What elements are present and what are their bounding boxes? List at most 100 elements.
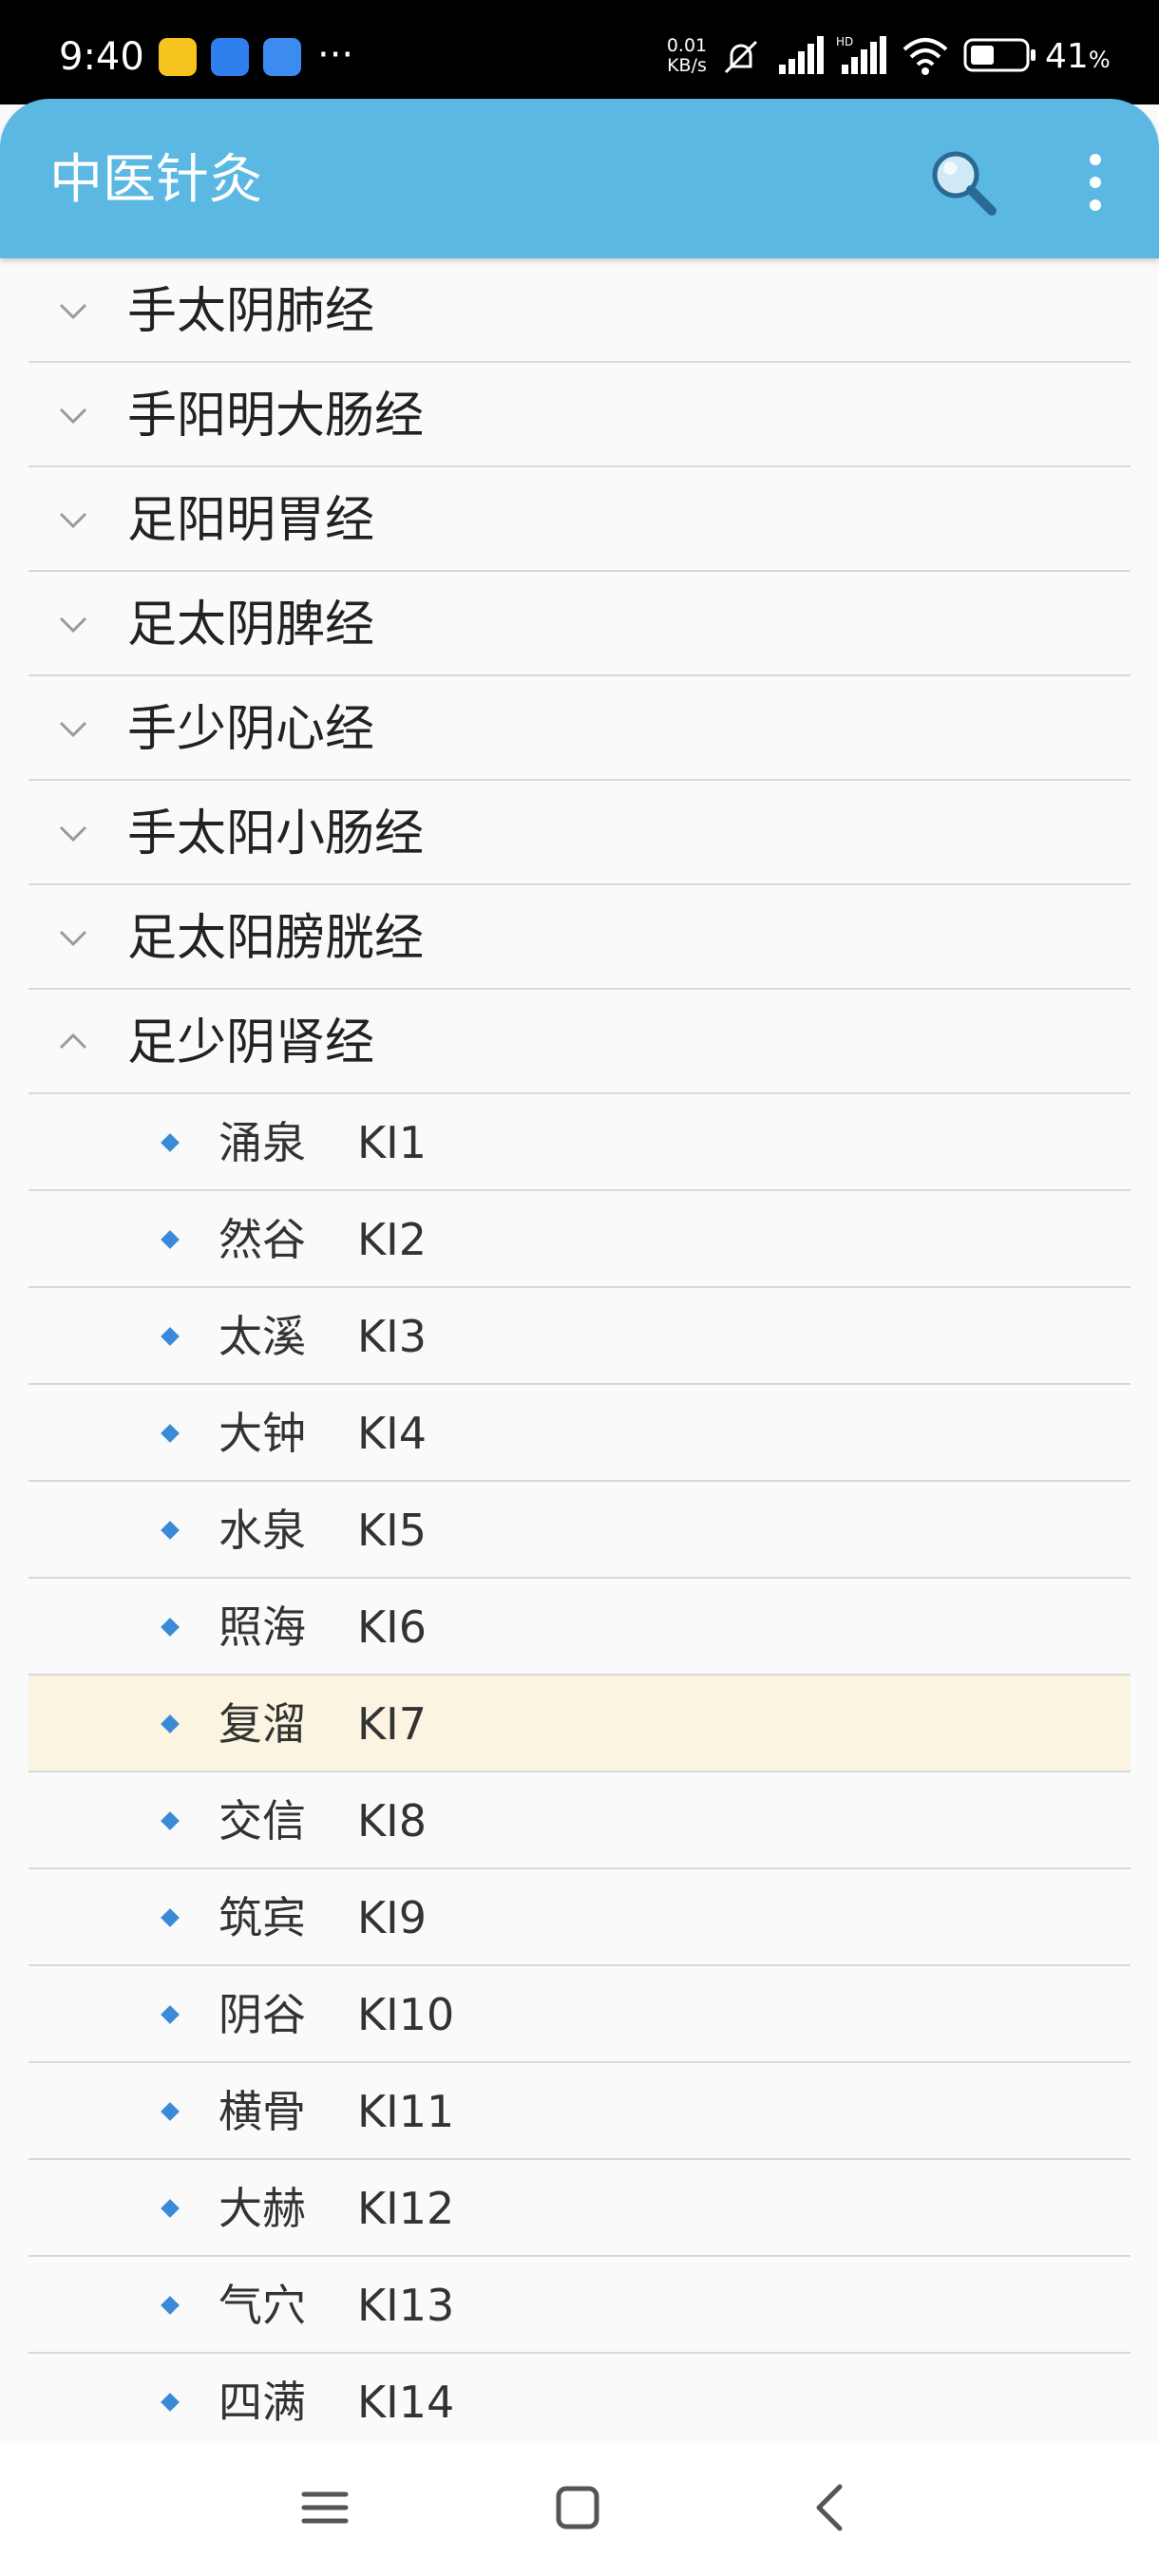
meridian-row[interactable]: 手阳明大肠经 <box>28 363 1130 467</box>
meridian-row[interactable]: 手少阴心经 <box>28 676 1130 781</box>
bullet-diamond-icon <box>161 2393 180 2412</box>
chevron-down-icon <box>59 930 87 947</box>
bullet-diamond-icon <box>161 1714 180 1733</box>
bullet-diamond-icon <box>161 1424 180 1443</box>
menu-icon <box>301 2491 349 2524</box>
acupoint-row[interactable]: 交信 KI8 <box>28 1772 1130 1869</box>
acupoint-row[interactable]: 大钟 KI4 <box>28 1385 1130 1482</box>
home-icon <box>556 2486 599 2529</box>
acupoint-code: KI1 <box>357 1117 427 1168</box>
bullet-diamond-icon <box>161 2199 180 2218</box>
acupoint-row[interactable]: 涌泉 KI1 <box>28 1094 1130 1191</box>
acupoint-row[interactable]: 水泉 KI5 <box>28 1482 1130 1579</box>
acupoint-name: 四满 <box>218 2377 306 2428</box>
hd-signal-icon: HD <box>836 35 886 74</box>
svg-text:HD: HD <box>836 35 853 48</box>
meridian-row[interactable]: 足太阳膀胱经 <box>28 885 1130 990</box>
bullet-diamond-icon <box>161 1618 180 1637</box>
battery-percent: 41% <box>1045 37 1111 76</box>
meridian-label: 足阳明胃经 <box>127 492 375 549</box>
acupoint-name: 阴谷 <box>218 1989 306 2040</box>
acupoint-code: KI14 <box>357 2377 455 2428</box>
acupoint-name: 照海 <box>218 1601 306 1653</box>
app-bar: 中医针灸 <box>0 99 1159 258</box>
acupoint-code: KI5 <box>357 1505 427 1556</box>
acupoint-name: 交信 <box>218 1795 306 1847</box>
acupoint-row[interactable]: 然谷 KI2 <box>28 1191 1130 1288</box>
bullet-diamond-icon <box>161 1521 180 1540</box>
chevron-down-icon <box>59 616 87 634</box>
acupoint-row[interactable]: 筑宾 KI9 <box>28 1869 1130 1966</box>
chevron-up-icon <box>59 1032 87 1050</box>
bullet-diamond-icon <box>161 2102 180 2121</box>
menu-button[interactable] <box>287 2470 363 2546</box>
acupoint-row[interactable]: 太溪 KI3 <box>28 1288 1130 1385</box>
more-options-button[interactable] <box>1074 144 1117 220</box>
bullet-diamond-icon <box>161 1811 180 1830</box>
meridian-label: 手太阳小肠经 <box>127 805 425 862</box>
meridian-row[interactable]: 手太阴肺经 <box>28 258 1130 363</box>
meridian-row-expanded[interactable]: 足少阴肾经 <box>28 990 1130 1094</box>
acupoint-row[interactable]: 阴谷 KI10 <box>28 1966 1130 2063</box>
app-icon-1 <box>159 38 197 76</box>
meridian-label: 手阳明大肠经 <box>127 388 425 445</box>
system-nav-bar <box>0 2441 1159 2576</box>
acupoint-name: 大赫 <box>218 2183 306 2234</box>
app-icon-3 <box>263 38 301 76</box>
acupoint-row[interactable]: 横骨 KI11 <box>28 2063 1130 2160</box>
acupoint-row[interactable]: 气穴 KI13 <box>28 2257 1130 2354</box>
back-icon <box>816 2484 843 2531</box>
acupoint-row[interactable]: 大赫 KI12 <box>28 2160 1130 2257</box>
acupoint-code: KI7 <box>357 1698 427 1750</box>
signal-icon <box>779 36 824 74</box>
acupoint-code: KI11 <box>357 2086 455 2137</box>
acupoint-name: 然谷 <box>218 1214 306 1265</box>
acupoint-row-selected[interactable]: 复溜 KI7 <box>28 1676 1130 1772</box>
acupoint-name: 水泉 <box>218 1505 306 1556</box>
meridian-row[interactable]: 足阳明胃经 <box>28 467 1130 572</box>
acupoint-name: 气穴 <box>218 2280 306 2331</box>
acupoint-name: 大钟 <box>218 1408 306 1459</box>
back-button[interactable] <box>792 2470 868 2546</box>
acupoint-name: 太溪 <box>218 1311 306 1362</box>
chevron-down-icon <box>59 825 87 843</box>
acupoint-name: 复溜 <box>218 1698 306 1750</box>
meridian-row[interactable]: 足太阴脾经 <box>28 572 1130 676</box>
battery-icon <box>963 38 1036 72</box>
bullet-diamond-icon <box>161 2005 180 2024</box>
chevron-down-icon <box>59 721 87 738</box>
bullet-diamond-icon <box>161 1908 180 1927</box>
app-title: 中医针灸 <box>49 149 262 211</box>
search-button[interactable] <box>925 144 1001 220</box>
wifi-icon <box>902 38 948 75</box>
app-icon-2 <box>211 38 249 76</box>
acupoint-row[interactable]: 照海 KI6 <box>28 1579 1130 1676</box>
status-bar: 9:40 ··· 0.01 KB/s HD 41% <box>0 0 1159 104</box>
meridian-label: 手少阴心经 <box>127 701 375 758</box>
meridian-label: 手太阴肺经 <box>127 283 375 340</box>
chevron-down-icon <box>59 407 87 425</box>
acupoint-code: KI8 <box>357 1795 427 1847</box>
acupoint-code: KI3 <box>357 1311 427 1362</box>
acupoint-code: KI10 <box>357 1989 455 2040</box>
acupoint-code: KI4 <box>357 1408 427 1459</box>
acupoint-code: KI12 <box>357 2183 455 2234</box>
acupoint-code: KI6 <box>357 1601 427 1653</box>
acupoint-row[interactable]: 四满 KI14 <box>28 2354 1130 2451</box>
bullet-diamond-icon <box>161 1327 180 1346</box>
chevron-down-icon <box>59 303 87 320</box>
acupoint-code: KI13 <box>357 2280 455 2331</box>
status-time: 9:40 <box>59 35 144 79</box>
acupoint-name: 涌泉 <box>218 1117 306 1168</box>
more-dots-icon: ··· <box>317 33 354 77</box>
bullet-diamond-icon <box>161 1133 180 1152</box>
bullet-diamond-icon <box>161 2296 180 2315</box>
meridian-row[interactable]: 手太阳小肠经 <box>28 781 1130 885</box>
acupoint-name: 筑宾 <box>218 1892 306 1943</box>
meridian-list: 手太阴肺经 手阳明大肠经 足阳明胃经 足太阴脾经 手少阴心经 手太阳小肠经 足太… <box>28 258 1130 2451</box>
search-icon <box>932 151 997 216</box>
meridian-label: 足太阳膀胱经 <box>127 910 425 967</box>
more-vert-icon <box>1090 154 1101 211</box>
acupoint-code: KI2 <box>357 1214 427 1265</box>
home-button[interactable] <box>540 2470 616 2546</box>
